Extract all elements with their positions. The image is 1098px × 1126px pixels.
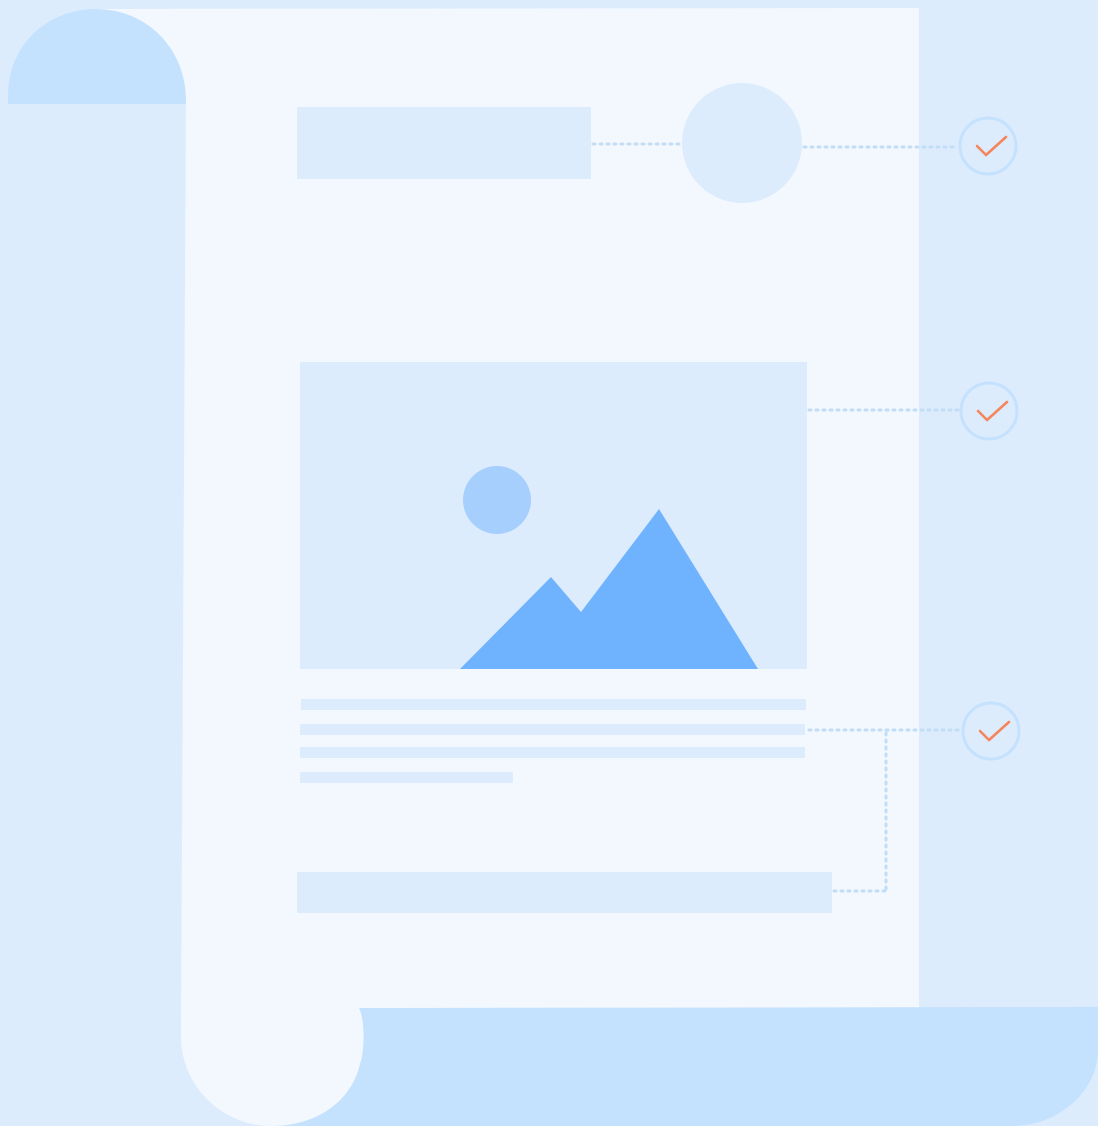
check-badge — [958, 116, 1018, 176]
footer-placeholder-block — [297, 872, 832, 913]
avatar-placeholder — [682, 83, 802, 203]
title-placeholder-block — [297, 107, 591, 179]
background-panel — [918, 0, 1098, 1126]
text-line — [300, 747, 805, 758]
scroll-curl-bottom — [272, 1007, 1098, 1126]
text-line — [301, 699, 806, 710]
image-sun — [463, 466, 531, 534]
illustration-canvas — [8, 0, 1098, 1126]
image-icon — [300, 362, 807, 669]
text-line-short — [300, 772, 513, 783]
text-line — [300, 724, 805, 735]
check-badge — [961, 701, 1021, 761]
check-badge — [959, 381, 1019, 441]
document-review-illustration — [0, 0, 1098, 1126]
